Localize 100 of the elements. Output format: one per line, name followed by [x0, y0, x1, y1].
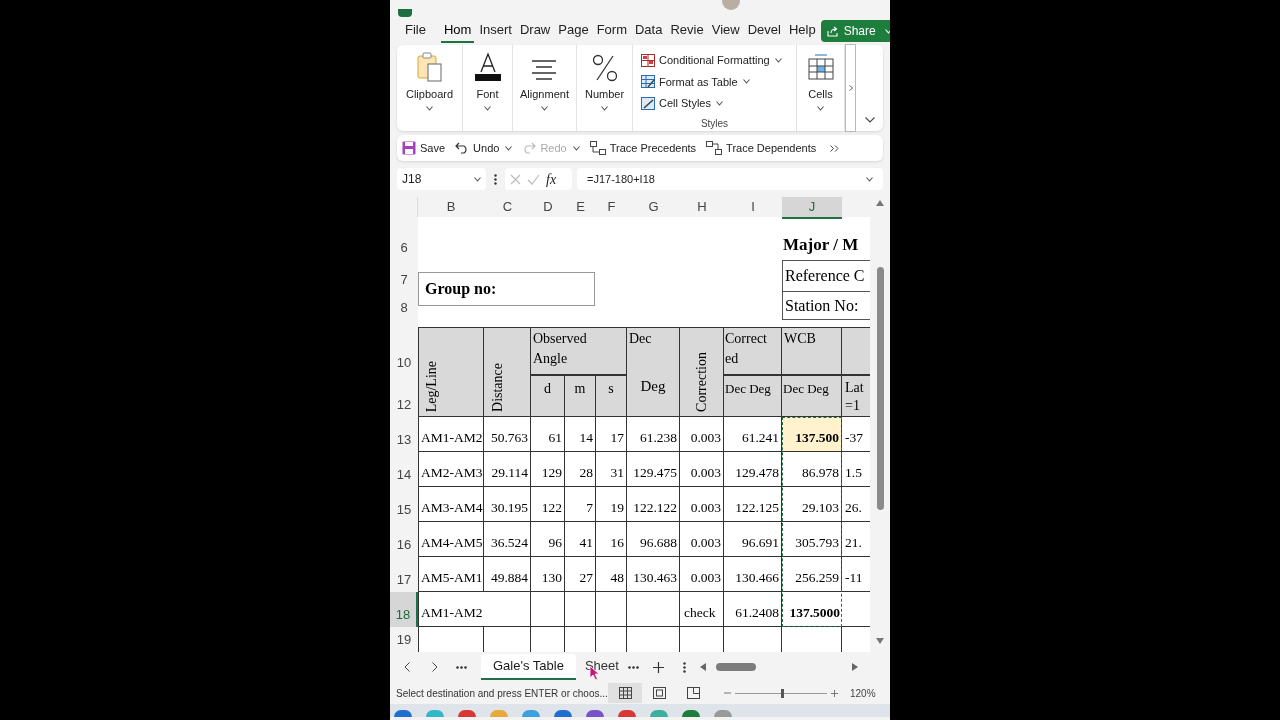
next-sheet-icon[interactable] [432, 662, 438, 672]
header-cell [842, 327, 870, 375]
view-button[interactable] [608, 683, 642, 703]
status-message: Select destination and press ENTER or choos... [396, 686, 608, 701]
menu-tab[interactable]: Help [785, 19, 819, 43]
scroll-down-icon[interactable] [876, 638, 884, 644]
vertical-scrollbar-thumb[interactable] [876, 267, 884, 510]
chevron-down-icon[interactable] [484, 105, 491, 111]
zoom-percent[interactable]: 120% [850, 685, 876, 701]
menu-tab[interactable]: Page [555, 19, 592, 43]
app-logo-icon [398, 9, 412, 17]
table-cell: AM1-AM2 [418, 417, 484, 452]
grid-icon [641, 54, 655, 68]
table-cell: 122.125 [724, 487, 782, 522]
menu-tab[interactable]: View [708, 19, 743, 43]
table-cell [627, 592, 680, 627]
insert-function-button[interactable]: fx [546, 168, 557, 190]
chevron-down-icon[interactable] [866, 176, 873, 182]
menu-tab[interactable]: Insert [476, 19, 515, 43]
menu-tab[interactable]: Form [593, 19, 630, 43]
ribbon-button[interactable]: Cells [808, 86, 833, 103]
menu-tab[interactable]: Revie [667, 19, 707, 43]
toolbar-button[interactable]: Trace Precedents [589, 139, 697, 157]
scroll-up-icon[interactable] [876, 200, 884, 206]
table-cell: check [680, 592, 724, 627]
chevron-down-icon[interactable] [601, 105, 608, 111]
column-header[interactable]: H [680, 197, 724, 219]
toolbar-button[interactable]: Trace Dependents [706, 139, 817, 157]
table-cell: AM3-AM4 [418, 487, 484, 522]
slider-thumb[interactable] [781, 688, 785, 698]
ribbon-button[interactable]: Alignment [520, 86, 569, 103]
column-header[interactable]: F [596, 197, 627, 219]
header-cell: Dec Deg [782, 375, 842, 417]
add-sheet-icon[interactable] [652, 661, 664, 673]
column-header[interactable]: I [724, 197, 782, 219]
chevron-down-icon[interactable] [715, 100, 723, 106]
cell-style-icon [641, 96, 655, 110]
chevron-down-icon[interactable] [426, 105, 433, 111]
column-header[interactable]: C [484, 197, 531, 219]
column-header[interactable]: J [782, 197, 842, 219]
menu-tab[interactable]: Devel [744, 19, 784, 43]
more-options-icon[interactable] [682, 661, 686, 673]
ribbon-button[interactable]: Font [476, 86, 499, 103]
share-button[interactable]: Share [820, 20, 890, 42]
chevron-down-icon[interactable] [864, 117, 875, 123]
table-cell: 29.103 [782, 487, 842, 522]
sheet-tab[interactable]: Gale's Table [481, 654, 576, 680]
ribbon-button[interactable]: Clipboard [405, 86, 454, 103]
table-cell: 96.688 [627, 522, 680, 557]
menu-tab[interactable]: File [402, 19, 429, 43]
zoom-in-icon[interactable] [831, 689, 838, 697]
header-cell-text: Correction [693, 352, 710, 412]
menu-tab[interactable]: Hom [440, 19, 475, 43]
more-options-icon[interactable] [494, 173, 497, 185]
chevron-down-icon[interactable] [817, 105, 824, 111]
horizontal-scrollbar-thumb[interactable] [715, 663, 756, 671]
more-icon[interactable] [830, 144, 840, 152]
table-cell: 86.978 [782, 452, 842, 487]
column-header[interactable]: D [531, 197, 565, 219]
chevron-down-icon[interactable] [572, 145, 580, 151]
trace-dependents-icon [706, 141, 723, 155]
chevron-down-icon[interactable] [742, 79, 750, 85]
more-sheets-icon[interactable] [456, 665, 467, 669]
menu-tab[interactable]: Draw [516, 19, 554, 43]
row-header[interactable]: 18 [390, 592, 418, 627]
ribbon-item[interactable]: Conditional Formatting [641, 50, 782, 72]
column-header[interactable]: G [627, 197, 680, 219]
header-cell: s [596, 375, 627, 417]
menu-tab[interactable]: Data [632, 19, 666, 43]
formula-field[interactable]: =J17-180+I18 [577, 168, 883, 190]
table-cell [418, 627, 484, 652]
column-header[interactable]: B [418, 197, 484, 219]
name-box[interactable]: J18 [397, 168, 486, 190]
chevron-down-icon[interactable] [774, 58, 782, 64]
header-cell-text: Distance [489, 363, 506, 412]
table-cell: 122.122 [627, 487, 680, 522]
previous-sheet-icon[interactable] [404, 662, 410, 672]
sheet-tab[interactable]: Sheet [575, 654, 628, 680]
scroll-left-icon[interactable] [699, 663, 706, 671]
table-cell: 130.466 [724, 557, 782, 592]
scroll-right-icon[interactable] [851, 663, 858, 671]
ribbon-item[interactable]: Format as Table [641, 71, 750, 93]
chevron-down-icon[interactable] [541, 105, 548, 111]
toolbar-button[interactable]: Save [402, 139, 446, 157]
header-cell-text: Leg/Line [423, 360, 440, 412]
letter-a-icon [472, 52, 503, 82]
toolbar-button[interactable]: Undo [455, 139, 500, 157]
ribbon-button[interactable]: Number [584, 86, 625, 103]
table-cell: 61 [531, 417, 565, 452]
table-cell: 129 [531, 452, 565, 487]
table-cell: 28 [565, 452, 596, 487]
table-cell: 130.463 [627, 557, 680, 592]
chevron-down-icon[interactable] [474, 176, 481, 182]
column-header[interactable]: E [565, 197, 596, 219]
grid-icon [618, 687, 632, 699]
ribbon-item[interactable]: Cell Styles [641, 92, 723, 114]
header-cell: m [565, 375, 596, 417]
check-icon[interactable] [527, 173, 540, 185]
more-sheets-icon[interactable] [627, 665, 639, 669]
chevron-down-icon[interactable] [505, 145, 513, 151]
